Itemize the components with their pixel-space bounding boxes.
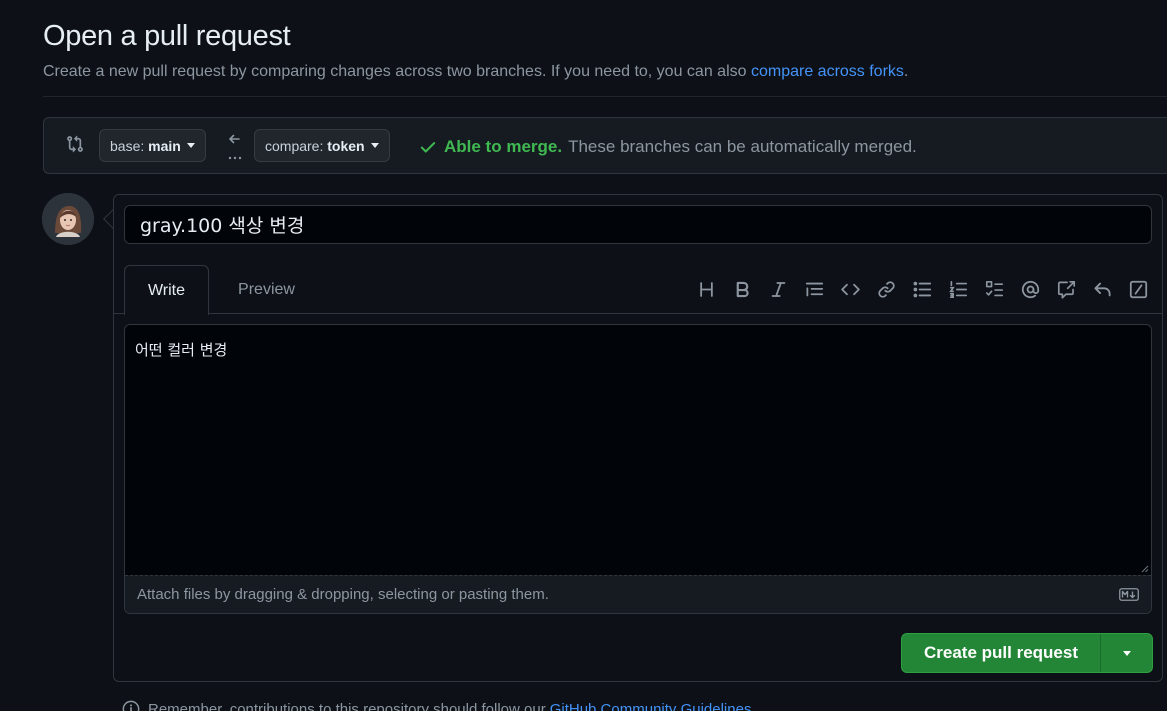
page-title: Open a pull request — [43, 20, 291, 52]
task-list-icon[interactable] — [984, 279, 1004, 299]
community-guidelines-link[interactable]: GitHub Community Guidelines — [550, 701, 752, 711]
attach-files-hint: Attach files by dragging & dropping, sel… — [137, 586, 549, 603]
branch-range-bar: base: main compare: token Able to merge.… — [43, 117, 1167, 174]
italic-icon[interactable] — [768, 279, 788, 299]
resize-handle-icon[interactable] — [1141, 565, 1149, 573]
slash-commands-icon[interactable] — [1128, 279, 1148, 299]
header-divider — [43, 96, 1167, 97]
subtitle-period: . — [903, 63, 909, 80]
merge-status-label: Able to merge. — [444, 137, 563, 156]
merge-status: Able to merge. These branches can be aut… — [419, 137, 917, 157]
info-icon — [122, 700, 140, 711]
pr-title-input[interactable]: gray.100 색상 변경 — [124, 205, 1152, 244]
contribution-note-text: Remember, contributions to this reposito… — [148, 700, 546, 711]
create-pull-request-button-group: Create pull request — [901, 633, 1153, 673]
markdown-toolbar — [680, 277, 1148, 301]
create-options-dropdown[interactable] — [1101, 634, 1152, 672]
check-icon — [420, 142, 436, 153]
triangle-down-icon — [1122, 650, 1131, 656]
markdown-icon[interactable] — [1119, 588, 1139, 601]
base-branch-button[interactable]: base: main — [99, 129, 206, 162]
user-avatar-icon — [42, 193, 94, 245]
chevron-down-icon — [370, 142, 379, 148]
attach-files-bar[interactable]: Attach files by dragging & dropping, sel… — [125, 575, 1151, 613]
pull-request-form: gray.100 색상 변경 Write Preview 어떤 컬러 변경 At… — [113, 194, 1163, 682]
heading-icon[interactable] — [696, 279, 716, 299]
saved-replies-icon[interactable] — [1092, 279, 1112, 299]
contribution-note: Remember, contributions to this reposito… — [122, 700, 751, 711]
mention-icon[interactable] — [1020, 279, 1040, 299]
bold-icon[interactable] — [732, 279, 752, 299]
quote-icon[interactable] — [804, 279, 824, 299]
tab-write[interactable]: Write — [124, 265, 209, 315]
compare-branch-name: token — [327, 137, 365, 154]
page-subtitle: Create a new pull request by comparing c… — [43, 63, 908, 81]
compare-prefix: compare: — [265, 137, 324, 154]
tab-preview[interactable]: Preview — [224, 265, 309, 315]
ordered-list-icon[interactable] — [948, 279, 968, 299]
git-compare-icon — [67, 135, 83, 153]
base-branch-name: main — [148, 137, 181, 154]
pr-body-textarea[interactable]: 어떤 컬러 변경 Attach files by dragging & drop… — [124, 324, 1152, 614]
avatar[interactable] — [42, 193, 94, 245]
base-prefix: base: — [110, 137, 145, 154]
merge-status-description: These branches can be automatically merg… — [568, 137, 917, 156]
compare-branch-button[interactable]: compare: token — [254, 129, 390, 162]
chevron-down-icon — [186, 142, 195, 148]
pr-body-text: 어떤 컬러 변경 — [135, 341, 228, 359]
link-icon[interactable] — [876, 279, 896, 299]
cross-reference-icon[interactable] — [1056, 279, 1076, 299]
compare-forks-link[interactable]: compare across forks — [751, 63, 904, 80]
code-icon[interactable] — [840, 279, 860, 299]
subtitle-text: Create a new pull request by comparing c… — [43, 63, 747, 80]
open-pull-request-page: Open a pull request Create a new pull re… — [0, 0, 1167, 711]
unordered-list-icon[interactable] — [912, 279, 932, 299]
create-pull-request-button[interactable]: Create pull request — [902, 634, 1101, 672]
arrow-left-icon — [228, 134, 242, 160]
